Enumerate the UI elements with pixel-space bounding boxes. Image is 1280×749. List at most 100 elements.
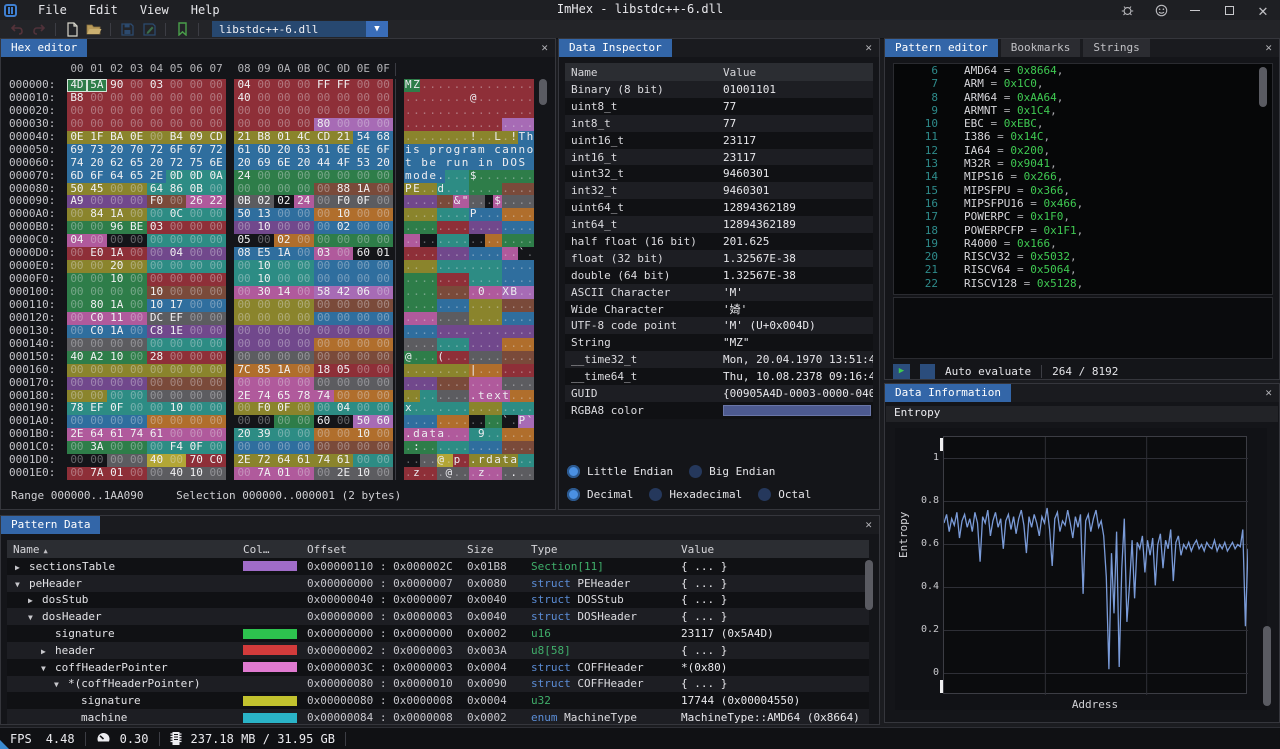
ascii-cell[interactable]: t <box>429 428 437 441</box>
ascii-cell[interactable]: . <box>526 183 534 196</box>
ascii-cell[interactable]: r <box>461 144 469 157</box>
hex-byte-cell[interactable]: 06 <box>353 286 373 299</box>
ascii-cell[interactable]: . <box>510 299 518 312</box>
ascii-cell[interactable]: . <box>477 183 485 196</box>
inspector-row[interactable]: ASCII Character'M' <box>565 284 873 301</box>
ascii-cell[interactable]: . <box>477 118 485 131</box>
ascii-cell[interactable]: . <box>526 170 534 183</box>
ascii-cell[interactable]: . <box>437 377 445 390</box>
ascii-cell[interactable]: . <box>429 273 437 286</box>
inspector-row[interactable]: int8_t77 <box>565 115 873 132</box>
ascii-cell[interactable]: a <box>510 454 518 467</box>
ascii-cell[interactable] <box>526 157 534 170</box>
ascii-cell[interactable]: . <box>420 221 428 234</box>
hex-byte-cell[interactable]: 6D <box>254 144 274 157</box>
hex-byte-cell[interactable]: 00 <box>373 118 393 131</box>
ascii-cell[interactable]: . <box>429 234 437 247</box>
hex-byte-cell[interactable]: 00 <box>166 92 186 105</box>
ascii-cell[interactable]: . <box>493 351 501 364</box>
ascii-cell[interactable]: . <box>453 364 461 377</box>
ascii-cell[interactable]: . <box>477 273 485 286</box>
ascii-cell[interactable]: . <box>469 260 477 273</box>
tab-data-inspector[interactable]: Data Inspector <box>559 39 672 57</box>
hex-byte-cell[interactable]: 7A <box>87 467 107 480</box>
ascii-cell[interactable]: . <box>461 286 469 299</box>
ascii-cell[interactable]: . <box>510 415 518 428</box>
hex-byte-cell[interactable]: 00 <box>254 79 274 92</box>
hex-byte-cell[interactable]: 58 <box>314 286 334 299</box>
hex-byte-cell[interactable]: 00 <box>254 105 274 118</box>
hex-byte-cell[interactable]: 00 <box>274 92 294 105</box>
ascii-cell[interactable]: . <box>493 364 501 377</box>
ascii-cell[interactable]: . <box>453 338 461 351</box>
ascii-cell[interactable]: . <box>445 273 453 286</box>
ascii-cell[interactable]: . <box>420 415 428 428</box>
ascii-cell[interactable]: : <box>412 441 420 454</box>
hex-byte-cell[interactable]: 00 <box>166 364 186 377</box>
ascii-cell[interactable]: . <box>420 273 428 286</box>
hex-byte-cell[interactable]: 03 <box>147 79 167 92</box>
ascii-cell[interactable]: . <box>485 221 493 234</box>
inspector-row[interactable]: __time32_tMon, 20.04.1970 13:51:41 <box>565 351 873 368</box>
ascii-cell[interactable]: . <box>453 286 461 299</box>
hex-byte-cell[interactable]: 00 <box>67 338 87 351</box>
ascii-cell[interactable]: . <box>453 79 461 92</box>
hex-byte-cell[interactable]: 1A <box>274 364 294 377</box>
hex-byte-cell[interactable]: 00 <box>206 351 226 364</box>
hex-byte-cell[interactable]: 00 <box>67 377 87 390</box>
ascii-cell[interactable]: . <box>469 195 477 208</box>
undo-icon[interactable] <box>6 21 28 38</box>
ascii-cell[interactable]: . <box>429 338 437 351</box>
ascii-cell[interactable]: . <box>518 118 526 131</box>
ascii-cell[interactable]: . <box>420 286 428 299</box>
ascii-cell[interactable]: . <box>412 260 420 273</box>
ascii-cell[interactable]: . <box>429 195 437 208</box>
hex-byte-cell[interactable]: 01 <box>274 467 294 480</box>
ascii-cell[interactable]: . <box>493 377 501 390</box>
ascii-cell[interactable]: . <box>477 234 485 247</box>
ascii-cell[interactable]: . <box>437 208 445 221</box>
hex-byte-cell[interactable]: 00 <box>186 105 206 118</box>
ascii-cell[interactable]: . <box>453 131 461 144</box>
ascii-cell[interactable]: . <box>485 208 493 221</box>
hex-byte-cell[interactable]: 00 <box>206 325 226 338</box>
ascii-cell[interactable]: . <box>461 170 469 183</box>
ascii-cell[interactable]: | <box>469 364 477 377</box>
hex-byte-cell[interactable]: 00 <box>234 467 254 480</box>
radio-octal[interactable]: Octal <box>758 488 811 501</box>
hex-byte-cell[interactable]: 00 <box>67 312 87 325</box>
hex-byte-cell[interactable]: 0D <box>186 170 206 183</box>
ascii-cell[interactable]: . <box>412 247 420 260</box>
hex-byte-cell[interactable]: 00 <box>294 467 314 480</box>
ascii-cell[interactable]: . <box>510 170 518 183</box>
hex-byte-cell[interactable]: 00 <box>127 286 147 299</box>
ascii-cell[interactable]: . <box>437 325 445 338</box>
close-icon[interactable]: ✕ <box>541 41 548 54</box>
ascii-cell[interactable]: . <box>469 390 477 403</box>
ascii-cell[interactable]: . <box>502 402 510 415</box>
ascii-cell[interactable]: . <box>445 312 453 325</box>
hex-byte-cell[interactable]: 00 <box>294 105 314 118</box>
inspector-row[interactable]: uint64_t12894362189 <box>565 199 873 216</box>
ascii-cell[interactable]: E <box>412 183 420 196</box>
hex-byte-cell[interactable]: 00 <box>87 105 107 118</box>
hex-byte-cell[interactable]: 10 <box>107 351 127 364</box>
hex-byte-cell[interactable]: 00 <box>234 286 254 299</box>
ascii-cell[interactable]: . <box>437 260 445 273</box>
hex-byte-cell[interactable]: 00 <box>107 286 127 299</box>
hex-byte-cell[interactable]: 53 <box>353 157 373 170</box>
ascii-cell[interactable]: . <box>526 105 534 118</box>
hex-byte-cell[interactable]: 0A <box>206 170 226 183</box>
ascii-cell[interactable]: r <box>477 454 485 467</box>
ascii-cell[interactable]: . <box>420 234 428 247</box>
ascii-cell[interactable]: . <box>445 299 453 312</box>
hex-byte-cell[interactable]: 00 <box>67 286 87 299</box>
ascii-cell[interactable]: . <box>477 260 485 273</box>
ascii-cell[interactable]: . <box>510 208 518 221</box>
hex-byte-cell[interactable]: 70 <box>127 144 147 157</box>
ascii-cell[interactable]: . <box>526 299 534 312</box>
hex-byte-cell[interactable]: 00 <box>206 377 226 390</box>
ascii-cell[interactable]: . <box>461 402 469 415</box>
ascii-cell[interactable]: . <box>477 402 485 415</box>
ascii-cell[interactable]: . <box>493 221 501 234</box>
